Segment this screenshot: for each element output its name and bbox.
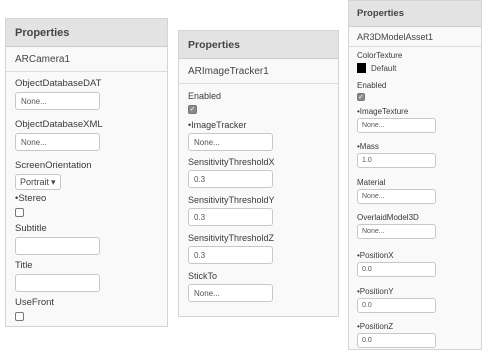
checkmark-icon: ✓: [358, 93, 364, 101]
prop-position-x: •PositionX 0.0: [349, 251, 481, 277]
object-database-xml-picker[interactable]: None...: [15, 133, 100, 151]
prop-label: Enabled: [188, 91, 222, 101]
panel-header: Properties: [6, 19, 167, 47]
prop-label: ObjectDatabaseDAT: [15, 78, 102, 89]
prop-label: Enabled: [357, 81, 387, 90]
properties-panel-arcamera: Properties ARCamera1 ObjectDatabaseDAT N…: [5, 18, 168, 327]
title-input[interactable]: [15, 274, 100, 292]
component-name: ARImageTracker1: [179, 59, 338, 84]
prop-object-database-dat: ObjectDatabaseDAT None...: [6, 78, 167, 110]
prop-stick-to: StickTo None...: [179, 271, 338, 302]
object-database-dat-picker[interactable]: None...: [15, 92, 100, 110]
prop-label: •PositionZ: [357, 322, 394, 331]
prop-label: Title: [15, 260, 33, 271]
enabled-checkbox[interactable]: ✓: [188, 105, 197, 114]
overlaid-model-picker[interactable]: None...: [357, 224, 436, 239]
prop-overlaid-model: OverlaidModel3D None...: [349, 213, 481, 239]
prop-label: SensitivityThresholdZ: [188, 233, 275, 243]
position-x-input[interactable]: 0.0: [357, 262, 436, 277]
prop-color-texture: ColorTexture Default: [349, 51, 481, 73]
subtitle-input[interactable]: [15, 237, 100, 255]
image-texture-picker[interactable]: None...: [357, 118, 436, 133]
component-name: ARCamera1: [6, 47, 167, 72]
prop-label: ColorTexture: [357, 51, 403, 60]
sensitivity-z-input[interactable]: 0.3: [188, 246, 273, 264]
prop-sensitivity-z: SensitivityThresholdZ 0.3: [179, 233, 338, 264]
prop-sensitivity-y: SensitivityThresholdY 0.3: [179, 195, 338, 226]
prop-enabled: Enabled ✓: [349, 81, 481, 101]
position-y-input[interactable]: 0.0: [357, 298, 436, 313]
prop-label: SensitivityThresholdY: [188, 195, 275, 205]
prop-label: •Mass: [357, 142, 379, 151]
prop-label: ObjectDatabaseXML: [15, 119, 103, 130]
prop-object-database-xml: ObjectDatabaseXML None...: [6, 119, 167, 151]
sensitivity-y-input[interactable]: 0.3: [188, 208, 273, 226]
prop-label: SensitivityThresholdX: [188, 157, 275, 167]
use-front-checkbox[interactable]: [15, 312, 24, 321]
screen-orientation-dropdown[interactable]: Portrait ▾: [15, 174, 61, 190]
prop-label: UseFront: [15, 297, 55, 308]
panel-header: Properties: [179, 31, 338, 59]
image-tracker-picker[interactable]: None...: [188, 133, 273, 151]
prop-title: Title: [6, 260, 167, 292]
prop-label: •ImageTexture: [357, 107, 409, 116]
prop-label: Material: [357, 178, 386, 187]
material-picker[interactable]: None...: [357, 189, 436, 204]
component-name: AR3DModelAsset1: [349, 27, 481, 47]
checkmark-icon: ✓: [189, 106, 196, 113]
properties-panel-ar3dmodelasset: Properties AR3DModelAsset1 ColorTexture …: [348, 0, 482, 350]
chevron-down-icon: ▾: [51, 176, 56, 187]
prop-label: •PositionX: [357, 251, 394, 260]
prop-stereo: •Stereo: [6, 193, 167, 217]
stick-to-picker[interactable]: None...: [188, 284, 273, 302]
panel-header: Properties: [349, 1, 481, 27]
prop-label: Subtitle: [15, 223, 47, 234]
dropdown-value: Portrait: [20, 177, 50, 187]
prop-position-z: •PositionZ 0.0: [349, 322, 481, 348]
enabled-checkbox[interactable]: ✓: [357, 93, 365, 101]
prop-label: OverlaidModel3D: [357, 213, 419, 222]
prop-subtitle: Subtitle: [6, 223, 167, 255]
color-texture-picker[interactable]: Default: [357, 63, 481, 73]
prop-label: •PositionY: [357, 287, 394, 296]
prop-enabled: Enabled ✓: [179, 91, 338, 114]
color-swatch: [357, 63, 366, 73]
prop-sensitivity-x: SensitivityThresholdX 0.3: [179, 157, 338, 188]
prop-image-texture: •ImageTexture None...: [349, 107, 481, 133]
prop-mass: •Mass 1.0: [349, 142, 481, 168]
prop-screen-orientation: ScreenOrientation Portrait ▾: [6, 160, 167, 190]
sensitivity-x-input[interactable]: 0.3: [188, 170, 273, 188]
color-value: Default: [371, 63, 397, 73]
prop-label: StickTo: [188, 271, 218, 281]
prop-material: Material None...: [349, 178, 481, 204]
prop-position-y: •PositionY 0.0: [349, 287, 481, 313]
prop-label: •Stereo: [15, 193, 47, 204]
prop-image-tracker: •ImageTracker None...: [179, 120, 338, 151]
prop-label: ScreenOrientation: [15, 160, 92, 171]
prop-label: •ImageTracker: [188, 120, 247, 130]
position-z-input[interactable]: 0.0: [357, 333, 436, 348]
mass-input[interactable]: 1.0: [357, 153, 436, 168]
properties-panel-arimagetracker: Properties ARImageTracker1 Enabled ✓ •Im…: [178, 30, 339, 317]
prop-use-front: UseFront: [6, 297, 167, 321]
stereo-checkbox[interactable]: [15, 208, 24, 217]
